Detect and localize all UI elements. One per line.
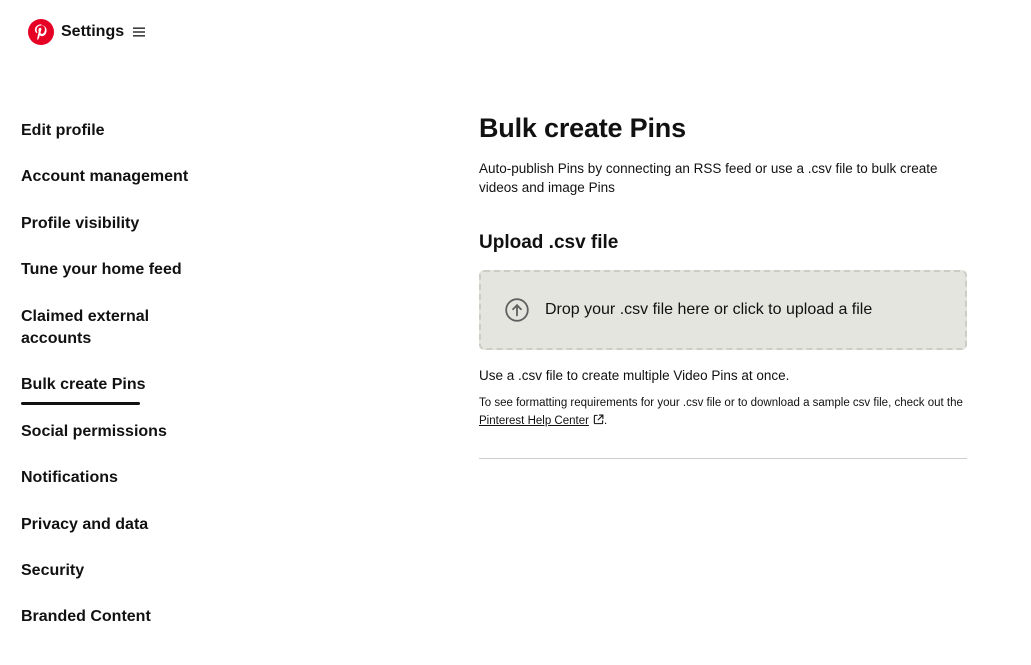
- sidebar-item-label: Security: [21, 562, 85, 579]
- sidebar-item-label: Claimed external accounts: [21, 308, 150, 347]
- upload-section-title: Upload .csv file: [479, 232, 619, 253]
- sidebar-item-notifications[interactable]: Notifications: [21, 467, 118, 489]
- dropzone-text: Drop your .csv file here or click to upl…: [545, 301, 873, 318]
- helper-text: Use a .csv file to create multiple Video…: [479, 368, 790, 383]
- hamburger-menu-icon[interactable]: [133, 27, 145, 37]
- sidebar-item-account-management[interactable]: Account management: [21, 166, 188, 188]
- sidebar-item-label: Account management: [21, 168, 189, 185]
- sidebar-item-bulk-create-pins[interactable]: Bulk create Pins: [21, 374, 146, 405]
- sidebar-item-claimed-external-accounts[interactable]: Claimed external accounts: [21, 306, 171, 350]
- sidebar-item-branded-content[interactable]: Branded Content: [21, 606, 151, 628]
- help-center-link[interactable]: Pinterest Help Center: [479, 415, 589, 427]
- note-suffix: .: [603, 415, 608, 427]
- note-prefix: To see formatting requirements for your …: [479, 397, 963, 409]
- sidebar-item-edit-profile[interactable]: Edit profile: [21, 120, 105, 142]
- sidebar-item-label: Profile visibility: [21, 215, 140, 232]
- sidebar-item-label: Privacy and data: [21, 516, 149, 533]
- page-title: Bulk create Pins: [479, 113, 686, 143]
- formatting-note: To see formatting requirements for your …: [479, 394, 967, 430]
- pinterest-logo-icon[interactable]: [28, 19, 54, 45]
- app-title: Settings: [61, 23, 125, 40]
- section-divider: [479, 458, 967, 459]
- upload-arrow-icon: [505, 298, 529, 322]
- sidebar-item-label: Social permissions: [21, 423, 167, 440]
- top-bar: Settings: [0, 0, 1031, 64]
- sidebar-item-label: Edit profile: [21, 122, 105, 139]
- sidebar-item-label: Bulk create Pins: [21, 376, 146, 393]
- sidebar-item-profile-visibility[interactable]: Profile visibility: [21, 213, 139, 235]
- sidebar-item-tune-home-feed[interactable]: Tune your home feed: [21, 259, 182, 281]
- sidebar-item-privacy-and-data[interactable]: Privacy and data: [21, 514, 148, 536]
- sidebar-item-social-permissions[interactable]: Social permissions: [21, 421, 167, 443]
- page-description: Auto-publish Pins by connecting an RSS f…: [479, 161, 938, 195]
- csv-upload-dropzone[interactable]: Drop your .csv file here or click to upl…: [479, 270, 967, 350]
- sidebar-item-label: Notifications: [21, 469, 118, 486]
- sidebar-item-security[interactable]: Security: [21, 560, 84, 582]
- sidebar-item-label: Branded Content: [21, 608, 151, 625]
- active-tab-indicator: [21, 402, 140, 405]
- sidebar-item-label: Tune your home feed: [21, 261, 182, 278]
- external-link-icon[interactable]: [593, 414, 604, 425]
